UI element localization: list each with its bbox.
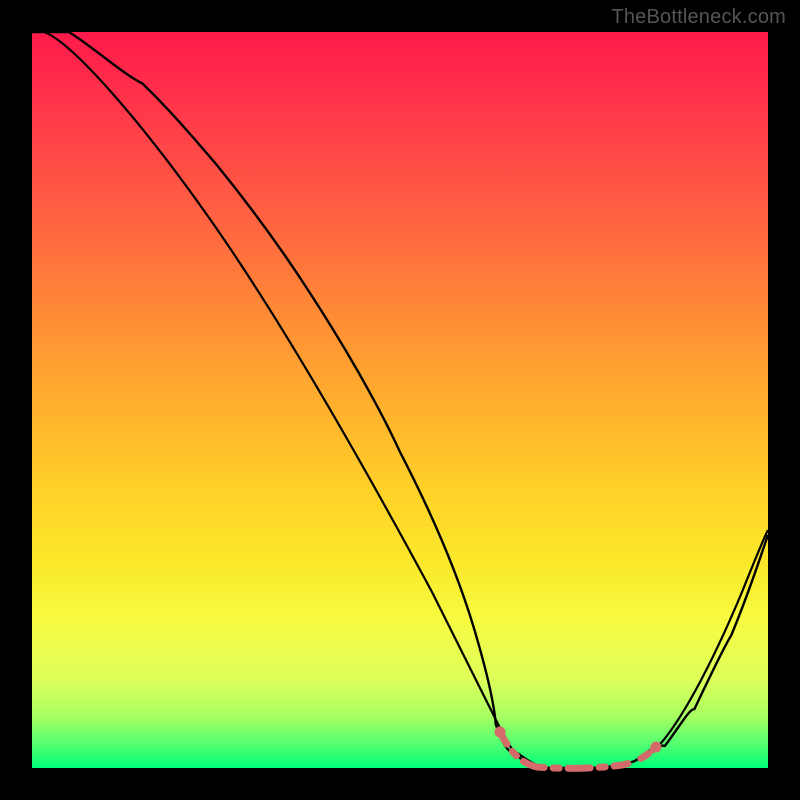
marker-dot-right [651,742,662,753]
chart-frame: TheBottleneck.com [0,0,800,800]
bottleneck-curve-main [44,32,768,768]
plot-area [32,32,768,768]
bottleneck-curve [32,32,768,768]
marker-dot-left [495,727,506,738]
watermark-text: TheBottleneck.com [611,6,786,29]
curve-layer [32,32,768,768]
